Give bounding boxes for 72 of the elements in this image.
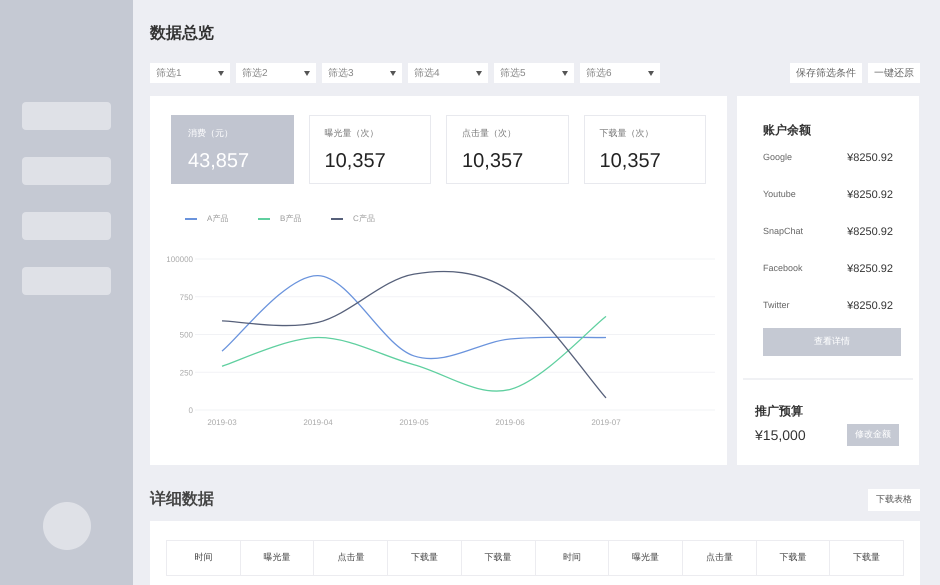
- column-header: 下载量: [388, 541, 462, 575]
- x-tick-label: 2019-06: [495, 418, 525, 427]
- download-table-button[interactable]: 下载表格: [868, 489, 920, 511]
- legend-label: C产品: [353, 213, 375, 225]
- y-tick-label: 0: [188, 406, 193, 415]
- account-name: Google: [763, 151, 792, 164]
- budget-amount: ¥15,000: [755, 426, 806, 444]
- x-tick-label: 2019-05: [399, 418, 429, 427]
- x-tick-label: 2019-03: [207, 418, 237, 427]
- stat-card[interactable]: 曝光量（次） 10,357: [308, 115, 432, 184]
- column-header: 下载量: [462, 541, 536, 575]
- dropdown-arrow-icon: [304, 70, 310, 76]
- filter-dropdown[interactable]: 筛选5: [494, 63, 574, 83]
- stat-value: 10,357: [462, 148, 524, 174]
- section-title: 详细数据: [150, 489, 214, 510]
- account-name: SnapChat: [763, 225, 804, 238]
- dropdown-arrow-icon: [476, 70, 482, 76]
- filter-dropdown[interactable]: 筛选6: [580, 63, 660, 83]
- stat-label: 消费（元）: [188, 127, 234, 140]
- stat-label: 点击量（次）: [462, 127, 518, 140]
- stat-card[interactable]: 点击量（次） 10,357: [446, 115, 569, 184]
- column-header: 曝光量: [240, 541, 314, 575]
- stat-value: 10,357: [600, 148, 662, 174]
- stat-value: 43,857: [188, 148, 250, 174]
- filter-dropdown[interactable]: 筛选2: [236, 63, 316, 83]
- dropdown-arrow-icon: [218, 70, 224, 76]
- account-amount: ¥8250.92: [847, 298, 893, 314]
- stat-value: 10,357: [324, 148, 387, 174]
- y-tick-label: 500: [180, 330, 193, 340]
- filter-dropdown[interactable]: 筛选4: [408, 63, 488, 83]
- balance-title: 账户余额: [763, 122, 812, 139]
- legend-line-icon: [331, 218, 343, 220]
- page-title: 数据总览: [150, 24, 215, 44]
- account-amount: ¥8250.92: [847, 262, 893, 277]
- filter-dropdown[interactable]: 筛选1: [150, 63, 230, 83]
- account-name: Facebook: [763, 262, 803, 276]
- column-header: 曝光量: [609, 541, 683, 575]
- legend-line-icon: [258, 218, 270, 220]
- stat-label: 下载量（次）: [600, 127, 655, 140]
- menu-placeholder[interactable]: [22, 157, 111, 185]
- dropdown-arrow-icon: [562, 70, 568, 76]
- column-header: 时间: [536, 541, 610, 575]
- column-header: 下载量: [756, 541, 830, 575]
- account-name: Twitter: [763, 299, 790, 312]
- account-name: Youtube: [763, 188, 796, 202]
- budget-title: 推广预算: [755, 403, 804, 420]
- legend-label: A产品: [207, 213, 228, 225]
- menu-placeholder[interactable]: [22, 267, 111, 295]
- account-amount: ¥8250.92: [847, 188, 893, 203]
- filter-action-button[interactable]: 一键还原: [868, 63, 920, 83]
- y-tick-label: 750: [180, 292, 193, 302]
- column-header: 点击量: [314, 541, 388, 575]
- dropdown-arrow-icon: [390, 70, 396, 76]
- column-header: 时间: [167, 541, 241, 575]
- filter-dropdown[interactable]: 筛选3: [322, 63, 402, 83]
- column-header: 下载量: [852, 551, 882, 564]
- y-tick-label: 250: [180, 368, 193, 378]
- column-header: 点击量: [682, 541, 757, 575]
- filter-action-button[interactable]: 保存筛选条件: [790, 63, 862, 83]
- dropdown-arrow-icon: [648, 70, 654, 76]
- account-amount: ¥8250.92: [847, 224, 893, 240]
- avatar[interactable]: [42, 502, 90, 550]
- legend-label: B产品: [280, 213, 302, 225]
- x-tick-label: 2019-07: [591, 418, 621, 427]
- stat-card[interactable]: 下载量（次） 10,357: [584, 115, 706, 184]
- x-tick-label: 2019-04: [303, 418, 333, 427]
- account-amount: ¥8250.92: [847, 150, 893, 166]
- menu-placeholder[interactable]: [22, 102, 111, 130]
- legend-line-icon: [185, 218, 197, 220]
- menu-placeholder[interactable]: [22, 212, 111, 240]
- stat-label: 曝光量（次）: [324, 127, 380, 140]
- y-tick-label: 100000: [167, 255, 193, 264]
